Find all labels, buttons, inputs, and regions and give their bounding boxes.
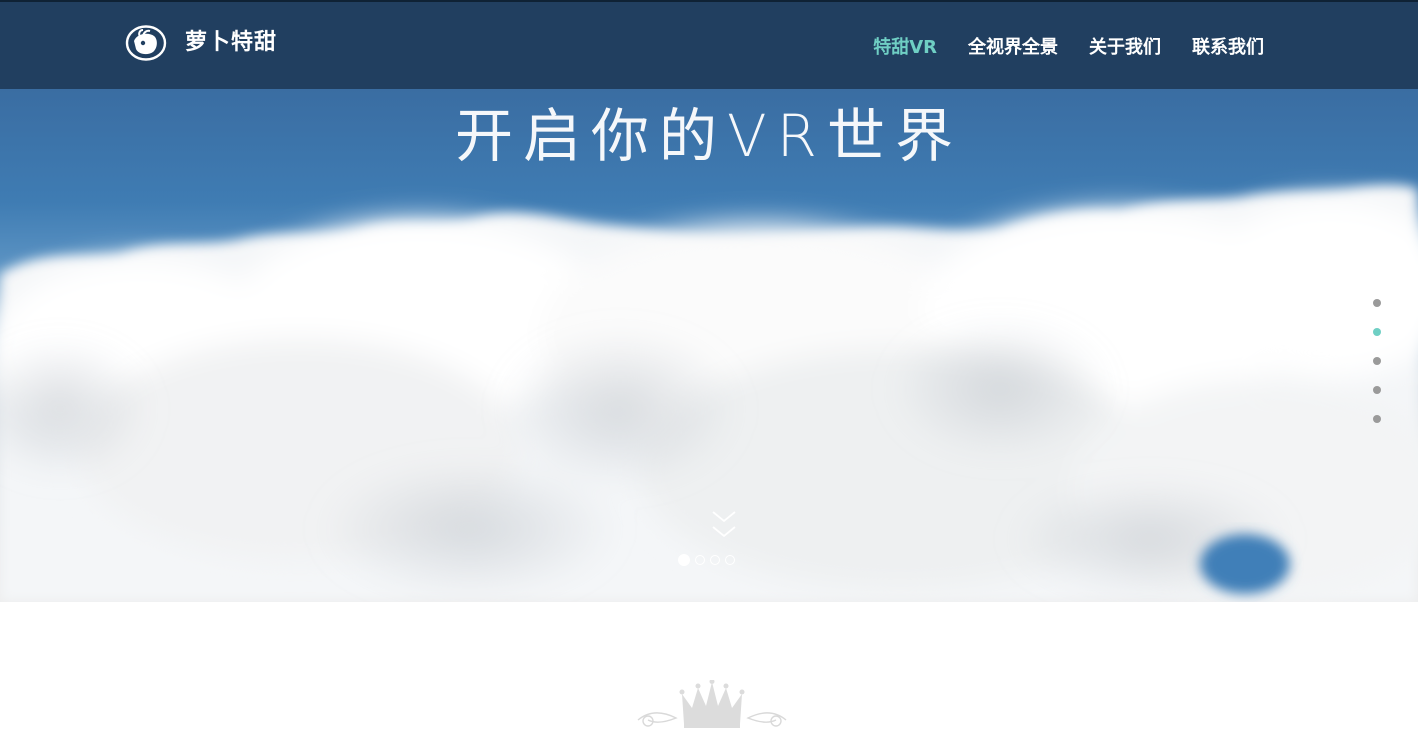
double-chevron-down-icon[interactable] xyxy=(711,509,737,545)
page: 萝卜特甜 特甜VR 全视界全景 关于我们 联系我们 开启你的VR世界 xyxy=(0,0,1418,739)
hero-title: 开启你的VR世界 xyxy=(455,102,963,170)
nav-item-contact-us[interactable]: 联系我们 xyxy=(1192,35,1264,61)
nav-item-about-us[interactable]: 关于我们 xyxy=(1089,35,1161,61)
carousel-pagination xyxy=(678,554,735,566)
section-dot-5[interactable] xyxy=(1373,415,1381,423)
carousel-dot-1[interactable] xyxy=(678,554,690,566)
section-dot-4[interactable] xyxy=(1373,386,1381,394)
section-dot-1[interactable] xyxy=(1373,299,1381,307)
radish-logo-icon xyxy=(125,25,167,61)
top-navbar: 萝卜特甜 特甜VR 全视界全景 关于我们 联系我们 xyxy=(0,0,1418,89)
crown-ornament-icon xyxy=(637,680,787,728)
nav-item-panorama[interactable]: 全视界全景 xyxy=(968,35,1058,61)
section-dot-3[interactable] xyxy=(1373,357,1381,365)
section-nav-dots xyxy=(1373,299,1381,423)
logo-link[interactable]: 萝卜特甜 xyxy=(125,24,277,62)
carousel-dot-2[interactable] xyxy=(695,555,705,565)
logo-text: 萝卜特甜 xyxy=(185,30,278,55)
nav-item-tetian-vr[interactable]: 特甜VR xyxy=(873,35,937,61)
hero-banner: 开启你的VR世界 xyxy=(0,89,1418,602)
main-nav: 特甜VR 全视界全景 关于我们 联系我们 xyxy=(873,35,1264,61)
carousel-dot-4[interactable] xyxy=(725,555,735,565)
section-dot-2[interactable] xyxy=(1373,328,1381,336)
carousel-dot-3[interactable] xyxy=(710,555,720,565)
